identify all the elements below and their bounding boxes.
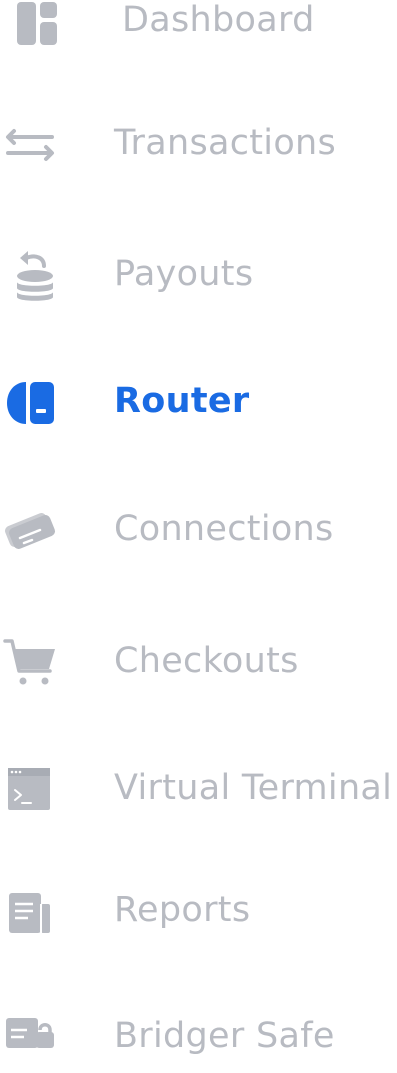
sidebar-item-label: Connections bbox=[114, 509, 334, 549]
sidebar-item-label: Dashboard bbox=[122, 0, 315, 40]
sidebar-item-label: Router bbox=[114, 381, 250, 421]
coin-stack-icon bbox=[17, 251, 53, 301]
dashboard-icon bbox=[17, 2, 57, 45]
safe-lock-icon bbox=[6, 1018, 54, 1048]
sidebar-item-checkouts[interactable]: Checkouts bbox=[0, 627, 397, 697]
sidebar-item-transactions[interactable]: Transactions bbox=[0, 110, 397, 180]
card-link-icon bbox=[4, 513, 56, 549]
sidebar-item-bridger-safe[interactable]: Bridger Safe bbox=[0, 1003, 397, 1073]
sidebar-item-virtual-terminal[interactable]: Virtual Terminal bbox=[0, 754, 397, 824]
sidebar-item-dashboard[interactable]: Dashboard bbox=[0, 0, 397, 60]
sidebar-item-label: Bridger Safe bbox=[114, 1016, 335, 1056]
sidebar-item-label: Reports bbox=[114, 890, 251, 930]
sidebar-item-label: Virtual Terminal bbox=[114, 768, 393, 808]
report-document-icon bbox=[9, 893, 50, 933]
router-icon bbox=[7, 382, 54, 424]
sidebar-item-router[interactable]: Router bbox=[0, 368, 397, 438]
sidebar-item-label: Transactions bbox=[114, 123, 337, 163]
sidebar-item-reports[interactable]: Reports bbox=[0, 877, 397, 947]
sidebar-item-connections[interactable]: Connections bbox=[0, 495, 397, 565]
shopping-cart-icon bbox=[3, 639, 55, 685]
transfer-arrows-icon bbox=[6, 129, 54, 161]
sidebar-item-label: Checkouts bbox=[114, 641, 299, 681]
sidebar-item-label: Payouts bbox=[114, 254, 254, 294]
terminal-icon bbox=[8, 768, 50, 810]
sidebar-item-payouts[interactable]: Payouts bbox=[0, 240, 397, 310]
